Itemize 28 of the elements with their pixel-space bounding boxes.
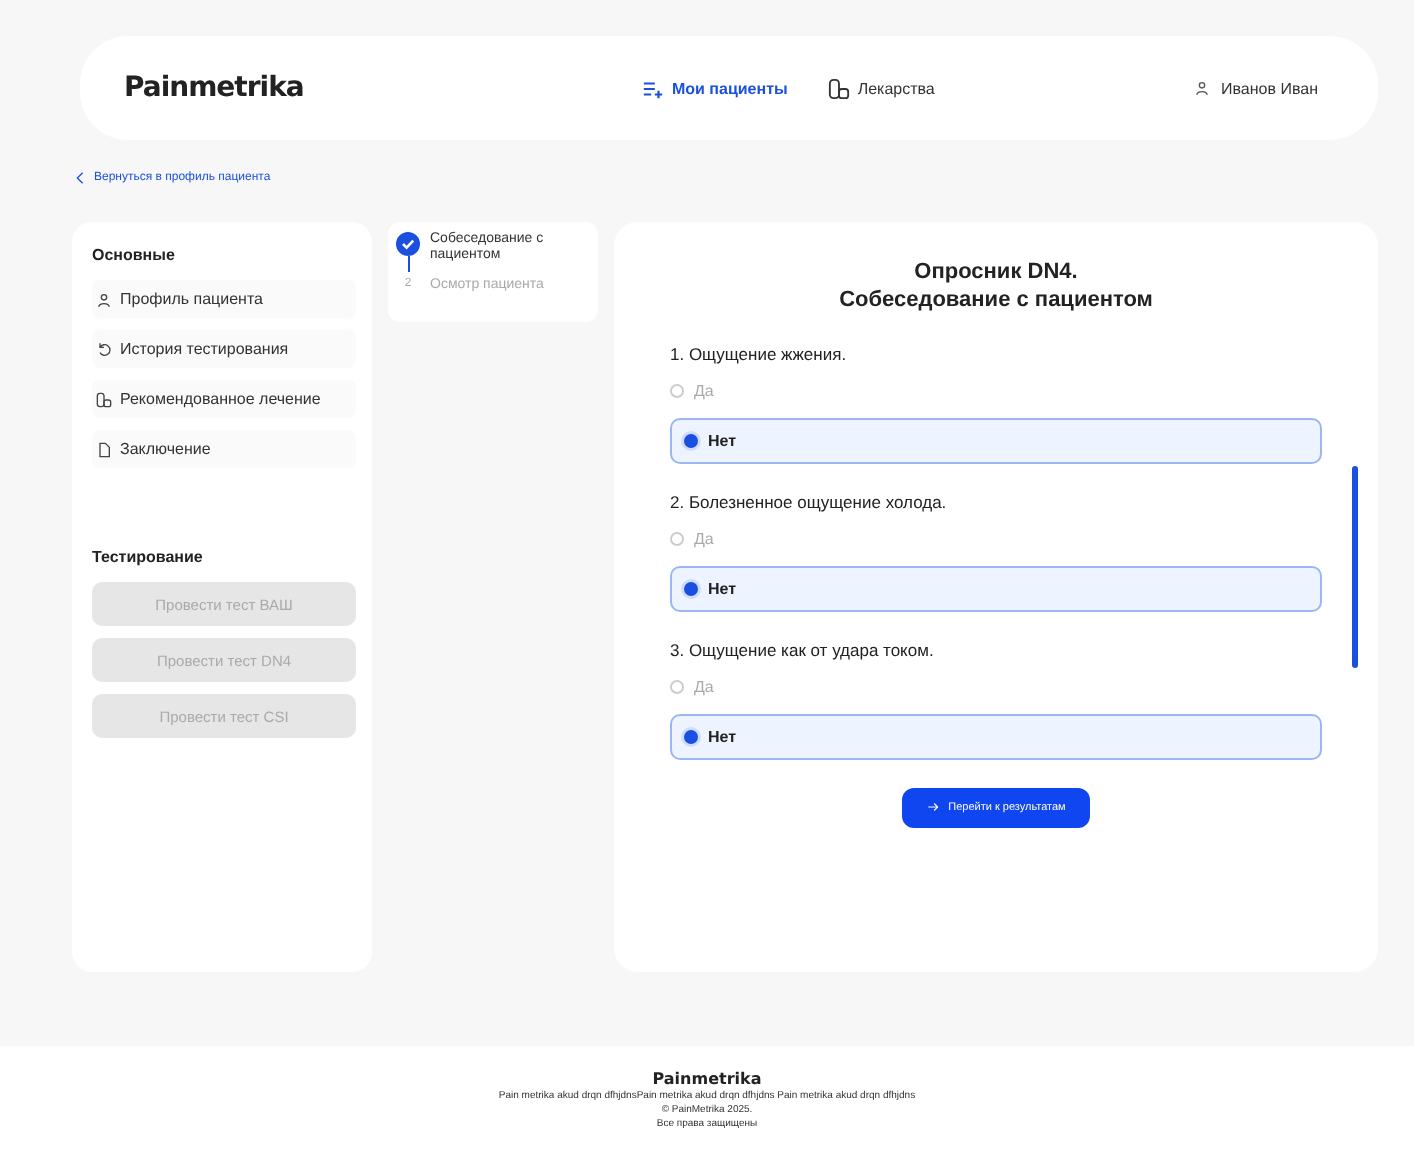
arrow-right-icon bbox=[926, 800, 941, 815]
question-text: 2. Болезненное ощущение холода. bbox=[670, 491, 949, 512]
sidebar-item[interactable]: Заключение bbox=[92, 430, 356, 468]
pills-icon bbox=[96, 391, 112, 407]
question-text: 1. Ощущение жжения. bbox=[670, 343, 849, 364]
section-title: Тестирование bbox=[92, 548, 205, 566]
logo[interactable]: Painmetrika bbox=[124, 72, 304, 104]
pills-icon bbox=[827, 77, 850, 99]
user-icon bbox=[96, 291, 112, 307]
history-icon bbox=[96, 341, 112, 357]
radio-option[interactable]: Нет bbox=[670, 713, 1322, 760]
nav-link[interactable]: Мои пациенты bbox=[641, 77, 788, 99]
scrollbar[interactable] bbox=[1352, 466, 1358, 668]
user-name[interactable]: Иванов Иван bbox=[1221, 79, 1318, 97]
section-title: Основные bbox=[92, 246, 177, 264]
chevron-left-icon bbox=[72, 170, 88, 186]
sidebar-item[interactable]: История тестирования bbox=[92, 330, 356, 368]
user-icon bbox=[1193, 80, 1210, 96]
sidebar-item[interactable]: Рекомендованное лечение bbox=[92, 380, 356, 418]
radio-option[interactable]: Нет bbox=[670, 417, 1322, 464]
list-icon bbox=[641, 77, 664, 99]
radio-option[interactable]: Нет bbox=[670, 565, 1322, 612]
document-icon bbox=[96, 441, 112, 457]
question-text: 3. Ощущение как от удара током. bbox=[670, 639, 936, 660]
sidebar-item[interactable]: Профиль пациента bbox=[92, 280, 356, 318]
nav-link[interactable]: Лекарства bbox=[827, 77, 935, 99]
form-title: Опросник DN4. Собеседование с пациентом bbox=[837, 258, 1155, 316]
footer-logo: Painmetrika bbox=[652, 1069, 762, 1087]
